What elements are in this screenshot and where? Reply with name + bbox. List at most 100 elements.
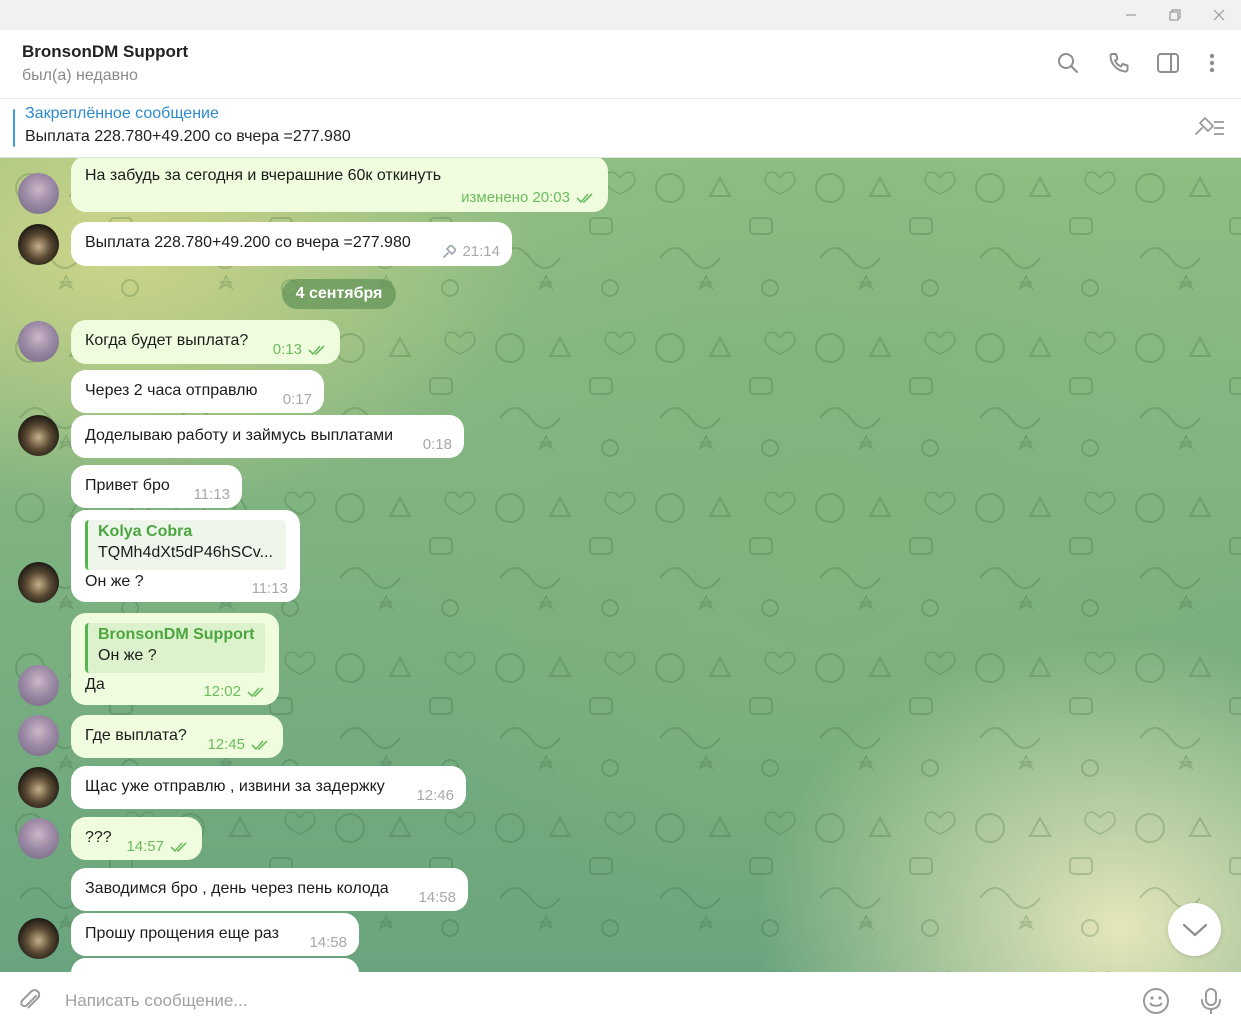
message-composer: Написать сообщение... bbox=[0, 972, 1241, 1030]
double-check-icon bbox=[308, 344, 325, 355]
message-text: ??? bbox=[85, 829, 112, 846]
message-meta: 12:02 bbox=[203, 683, 267, 700]
message-text: Где выплата? bbox=[85, 727, 187, 744]
message-time: 0:18 bbox=[422, 436, 452, 453]
message-time: 11:13 bbox=[193, 486, 230, 503]
double-check-icon bbox=[251, 739, 268, 750]
message-bubble-incoming[interactable]: Kolya Cobra TQMh4dXt5dP46hSCv... Он же ?… bbox=[71, 510, 300, 602]
attach-icon[interactable] bbox=[15, 986, 45, 1016]
message-time: изменено 20:03 bbox=[461, 189, 570, 206]
message-bubble-outgoing[interactable]: На забудь за сегодня и вчерашние 60к отк… bbox=[71, 158, 608, 212]
reply-quote[interactable]: Kolya Cobra TQMh4dXt5dP46hSCv... bbox=[85, 520, 286, 570]
chat-status: был(а) недавно bbox=[22, 67, 138, 84]
message-time: 0:17 bbox=[282, 391, 312, 408]
pinned-list-icon[interactable] bbox=[1192, 115, 1226, 139]
reply-text: Он же ? bbox=[98, 647, 157, 664]
message-time: 0:13 bbox=[272, 341, 302, 358]
message-bubble-outgoing[interactable]: Когда будет выплата? 0:13 bbox=[71, 320, 340, 364]
message-text: Привет бро bbox=[85, 477, 170, 494]
message-meta: 12:45 bbox=[207, 736, 271, 753]
message-bubble-incoming[interactable]: Через 2 часа отправлю 0:17 bbox=[71, 370, 324, 413]
minimize-icon[interactable] bbox=[1108, 0, 1154, 30]
message-text: Когда будет выплата? bbox=[85, 332, 249, 349]
avatar[interactable] bbox=[18, 415, 59, 456]
microphone-icon[interactable] bbox=[1196, 986, 1226, 1016]
message-time: 14:58 bbox=[309, 934, 347, 951]
chat-messages-area[interactable]: На забудь за сегодня и вчерашние 60к отк… bbox=[0, 158, 1241, 972]
chat-name[interactable]: BronsonDM Support bbox=[22, 42, 188, 62]
double-check-icon bbox=[170, 841, 187, 852]
avatar[interactable] bbox=[18, 173, 59, 214]
avatar[interactable] bbox=[18, 321, 59, 362]
message-bubble-incoming[interactable]: Щас уже отправлю , извини за задержку 12… bbox=[71, 766, 466, 809]
avatar[interactable] bbox=[18, 818, 59, 859]
search-icon[interactable] bbox=[1055, 50, 1081, 76]
message-bubble-outgoing[interactable]: BronsonDM Support Он же ? Да 12:02 bbox=[71, 613, 279, 705]
message-meta: 14:57 bbox=[126, 838, 190, 855]
double-check-icon bbox=[247, 686, 264, 697]
message-text: Доделываю работу и займусь выплатами bbox=[85, 427, 394, 444]
reply-author: BronsonDM Support bbox=[98, 626, 255, 643]
more-vertical-icon[interactable] bbox=[1199, 50, 1225, 76]
message-bubble-incoming-partial[interactable] bbox=[71, 958, 359, 972]
reply-author: Kolya Cobra bbox=[98, 523, 193, 540]
message-time: 11:13 bbox=[251, 580, 288, 597]
message-bubble-incoming[interactable]: Доделываю работу и займусь выплатами 0:1… bbox=[71, 415, 464, 458]
message-text: На забудь за сегодня и вчерашние 60к отк… bbox=[85, 167, 442, 184]
message-meta: изменено 20:03 bbox=[461, 189, 596, 206]
pin-icon bbox=[443, 244, 457, 258]
message-time: 21:14 bbox=[462, 243, 500, 260]
message-text: Он же ? bbox=[85, 573, 144, 590]
message-text: Да bbox=[85, 676, 105, 693]
message-bubble-incoming[interactable]: Заводимся бро , день через пень колода 1… bbox=[71, 868, 468, 911]
sidebar-toggle-icon[interactable] bbox=[1155, 50, 1181, 76]
message-bubble-outgoing[interactable]: ??? 14:57 bbox=[71, 817, 202, 860]
pinned-message-bar[interactable]: Закреплённое сообщение Выплата 228.780+4… bbox=[0, 99, 1241, 158]
message-meta: 11:13 bbox=[252, 580, 288, 597]
message-time: 14:57 bbox=[126, 838, 164, 855]
message-time: 12:46 bbox=[416, 787, 454, 804]
avatar[interactable] bbox=[18, 715, 59, 756]
chevron-down-icon bbox=[1182, 923, 1207, 936]
pinned-accent-bar bbox=[13, 109, 15, 147]
message-bubble-incoming[interactable]: Привет бро 11:13 bbox=[71, 465, 242, 508]
avatar[interactable] bbox=[18, 918, 59, 959]
avatar[interactable] bbox=[18, 562, 59, 603]
message-bubble-incoming[interactable]: Прошу прощения еще раз 14:58 bbox=[71, 913, 359, 956]
message-text: Через 2 часа отправлю bbox=[85, 382, 258, 399]
message-time: 12:02 bbox=[203, 683, 241, 700]
message-meta: 0:18 bbox=[423, 436, 452, 453]
message-bubble-incoming[interactable]: Выплата 228.780+49.200 со вчера =277.980… bbox=[71, 222, 512, 266]
message-time: 12:45 bbox=[207, 736, 245, 753]
reply-text: TQMh4dXt5dP46hSCv... bbox=[98, 544, 273, 561]
emoji-icon[interactable] bbox=[1141, 986, 1171, 1016]
message-meta: 11:13 bbox=[194, 486, 230, 503]
reply-quote[interactable]: BronsonDM Support Он же ? bbox=[85, 623, 265, 673]
message-meta: 14:58 bbox=[309, 934, 347, 951]
window-titlebar bbox=[0, 0, 1241, 30]
message-input[interactable]: Написать сообщение... bbox=[65, 991, 247, 1011]
message-meta: 0:17 bbox=[283, 391, 312, 408]
message-bubble-outgoing[interactable]: Где выплата? 12:45 bbox=[71, 715, 283, 758]
pinned-title: Закреплённое сообщение bbox=[25, 105, 219, 122]
close-icon[interactable] bbox=[1196, 0, 1241, 30]
pinned-text: Выплата 228.780+49.200 со вчера =277.980 bbox=[25, 128, 351, 145]
message-meta: 12:46 bbox=[416, 787, 454, 804]
scroll-to-bottom-button[interactable] bbox=[1168, 903, 1221, 956]
avatar[interactable] bbox=[18, 767, 59, 808]
message-text: Щас уже отправлю , извини за задержку bbox=[85, 778, 385, 795]
message-text: Заводимся бро , день через пень колода bbox=[85, 880, 389, 897]
date-separator: 4 сентября bbox=[282, 279, 396, 309]
message-text: Выплата 228.780+49.200 со вчера =277.980 bbox=[85, 234, 411, 251]
message-text: Прошу прощения еще раз bbox=[85, 925, 279, 942]
avatar[interactable] bbox=[18, 224, 59, 265]
message-meta: 14:58 bbox=[418, 889, 456, 906]
message-meta: 21:14 bbox=[442, 243, 500, 260]
message-meta: 0:13 bbox=[273, 341, 328, 358]
double-check-icon bbox=[576, 192, 593, 203]
restore-icon[interactable] bbox=[1152, 0, 1198, 30]
avatar[interactable] bbox=[18, 665, 59, 706]
message-time: 14:58 bbox=[418, 889, 456, 906]
chat-header[interactable]: BronsonDM Support был(а) недавно bbox=[0, 30, 1241, 99]
phone-icon[interactable] bbox=[1106, 50, 1132, 76]
